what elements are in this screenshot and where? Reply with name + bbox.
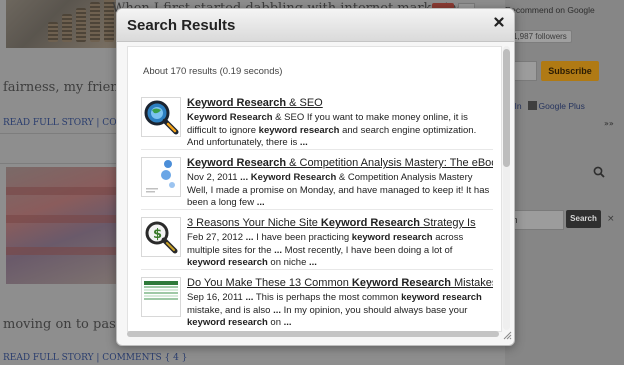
subscribe-button[interactable]: Subscribe: [541, 61, 599, 81]
result-snippet: Keyword Research & SEO If you want to ma…: [187, 112, 477, 148]
coin-stack-icon: [90, 2, 100, 42]
coin-stack-icon: [76, 8, 86, 42]
google-plus-link[interactable]: Google Plus: [539, 101, 585, 111]
magnifier-globe-icon[interactable]: [141, 97, 181, 137]
list-item: Do You Make These 13 Common Keyword Rese…: [141, 276, 493, 331]
post-thumbnail-banknotes: [6, 167, 116, 284]
dialog-header[interactable]: Search Results: [117, 9, 514, 42]
followers-badge: 1,987 followers: [508, 30, 572, 43]
social-links: edInGoogle Plus: [505, 101, 585, 111]
scrollbar-thumb[interactable]: [127, 331, 499, 337]
divider: [141, 269, 493, 270]
post-thumbnail-coins: [6, 0, 116, 48]
result-body: Keyword Research & SEO Keyword Research …: [187, 96, 493, 150]
dialog-title: Search Results: [127, 17, 236, 34]
scrollbar-thumb[interactable]: [503, 49, 510, 167]
result-body: Do You Make These 13 Common Keyword Rese…: [187, 276, 493, 330]
divider: [141, 149, 493, 150]
result-snippet: Sep 16, 2011 ... This is perhaps the mos…: [187, 292, 482, 328]
banknote-stripe: [6, 247, 116, 255]
result-snippet: Feb 27, 2012 ... I have been practicing …: [187, 232, 464, 268]
clear-search-icon[interactable]: ×: [607, 214, 615, 224]
horizontal-scrollbar[interactable]: [127, 331, 499, 337]
results-pane[interactable]: About 170 results (0.19 seconds) Keyword…: [127, 46, 502, 332]
result-title-link[interactable]: 3 Reasons Your Niche Site Keyword Resear…: [187, 216, 493, 230]
search-results-dialog: Search Results About 170 results (0.19 s…: [116, 8, 515, 346]
results-list: Keyword Research & SEO Keyword Research …: [141, 96, 493, 331]
magnifier-dollar-icon[interactable]: $: [141, 217, 181, 257]
coin-stack-icon: [62, 14, 72, 42]
result-title-link[interactable]: Do You Make These 13 Common Keyword Rese…: [187, 276, 493, 290]
result-snippet: Nov 2, 2011 ... Keyword Research & Compe…: [187, 172, 490, 208]
google-plus-icon: [527, 101, 537, 110]
results-summary: About 170 results (0.19 seconds): [143, 66, 283, 77]
spreadsheet-icon[interactable]: [141, 277, 181, 317]
result-title-link[interactable]: Keyword Research & Competition Analysis …: [187, 156, 493, 170]
close-icon[interactable]: [494, 15, 504, 31]
expand-arrows-icon[interactable]: »»: [604, 119, 614, 128]
ebook-cover-icon[interactable]: [141, 157, 181, 197]
banknote-stripe: [6, 187, 116, 195]
search-icon[interactable]: [593, 166, 605, 182]
vertical-scrollbar[interactable]: [503, 46, 510, 330]
recommend-text: Recommend on Google: [505, 5, 595, 15]
sidebar-search-button[interactable]: Search: [566, 210, 601, 228]
result-body: 3 Reasons Your Niche Site Keyword Resear…: [187, 216, 493, 270]
banknote-stripe: [6, 215, 116, 223]
result-body: Keyword Research & Competition Analysis …: [187, 156, 493, 210]
coin-stack-icon: [48, 22, 58, 42]
divider: [141, 209, 493, 210]
result-title-link[interactable]: Keyword Research & SEO: [187, 96, 493, 110]
post-links[interactable]: READ FULL STORY | COMMENTS { 4 }: [3, 353, 187, 363]
list-item: Keyword Research & SEO Keyword Research …: [141, 96, 493, 156]
svg-text:$: $: [153, 227, 162, 242]
list-item: Keyword Research & Competition Analysis …: [141, 156, 493, 216]
list-item: $ 3 Reasons Your Niche Site Keyword Rese…: [141, 216, 493, 276]
sidebar-column: [505, 0, 624, 365]
resize-grip-icon[interactable]: [503, 331, 512, 343]
